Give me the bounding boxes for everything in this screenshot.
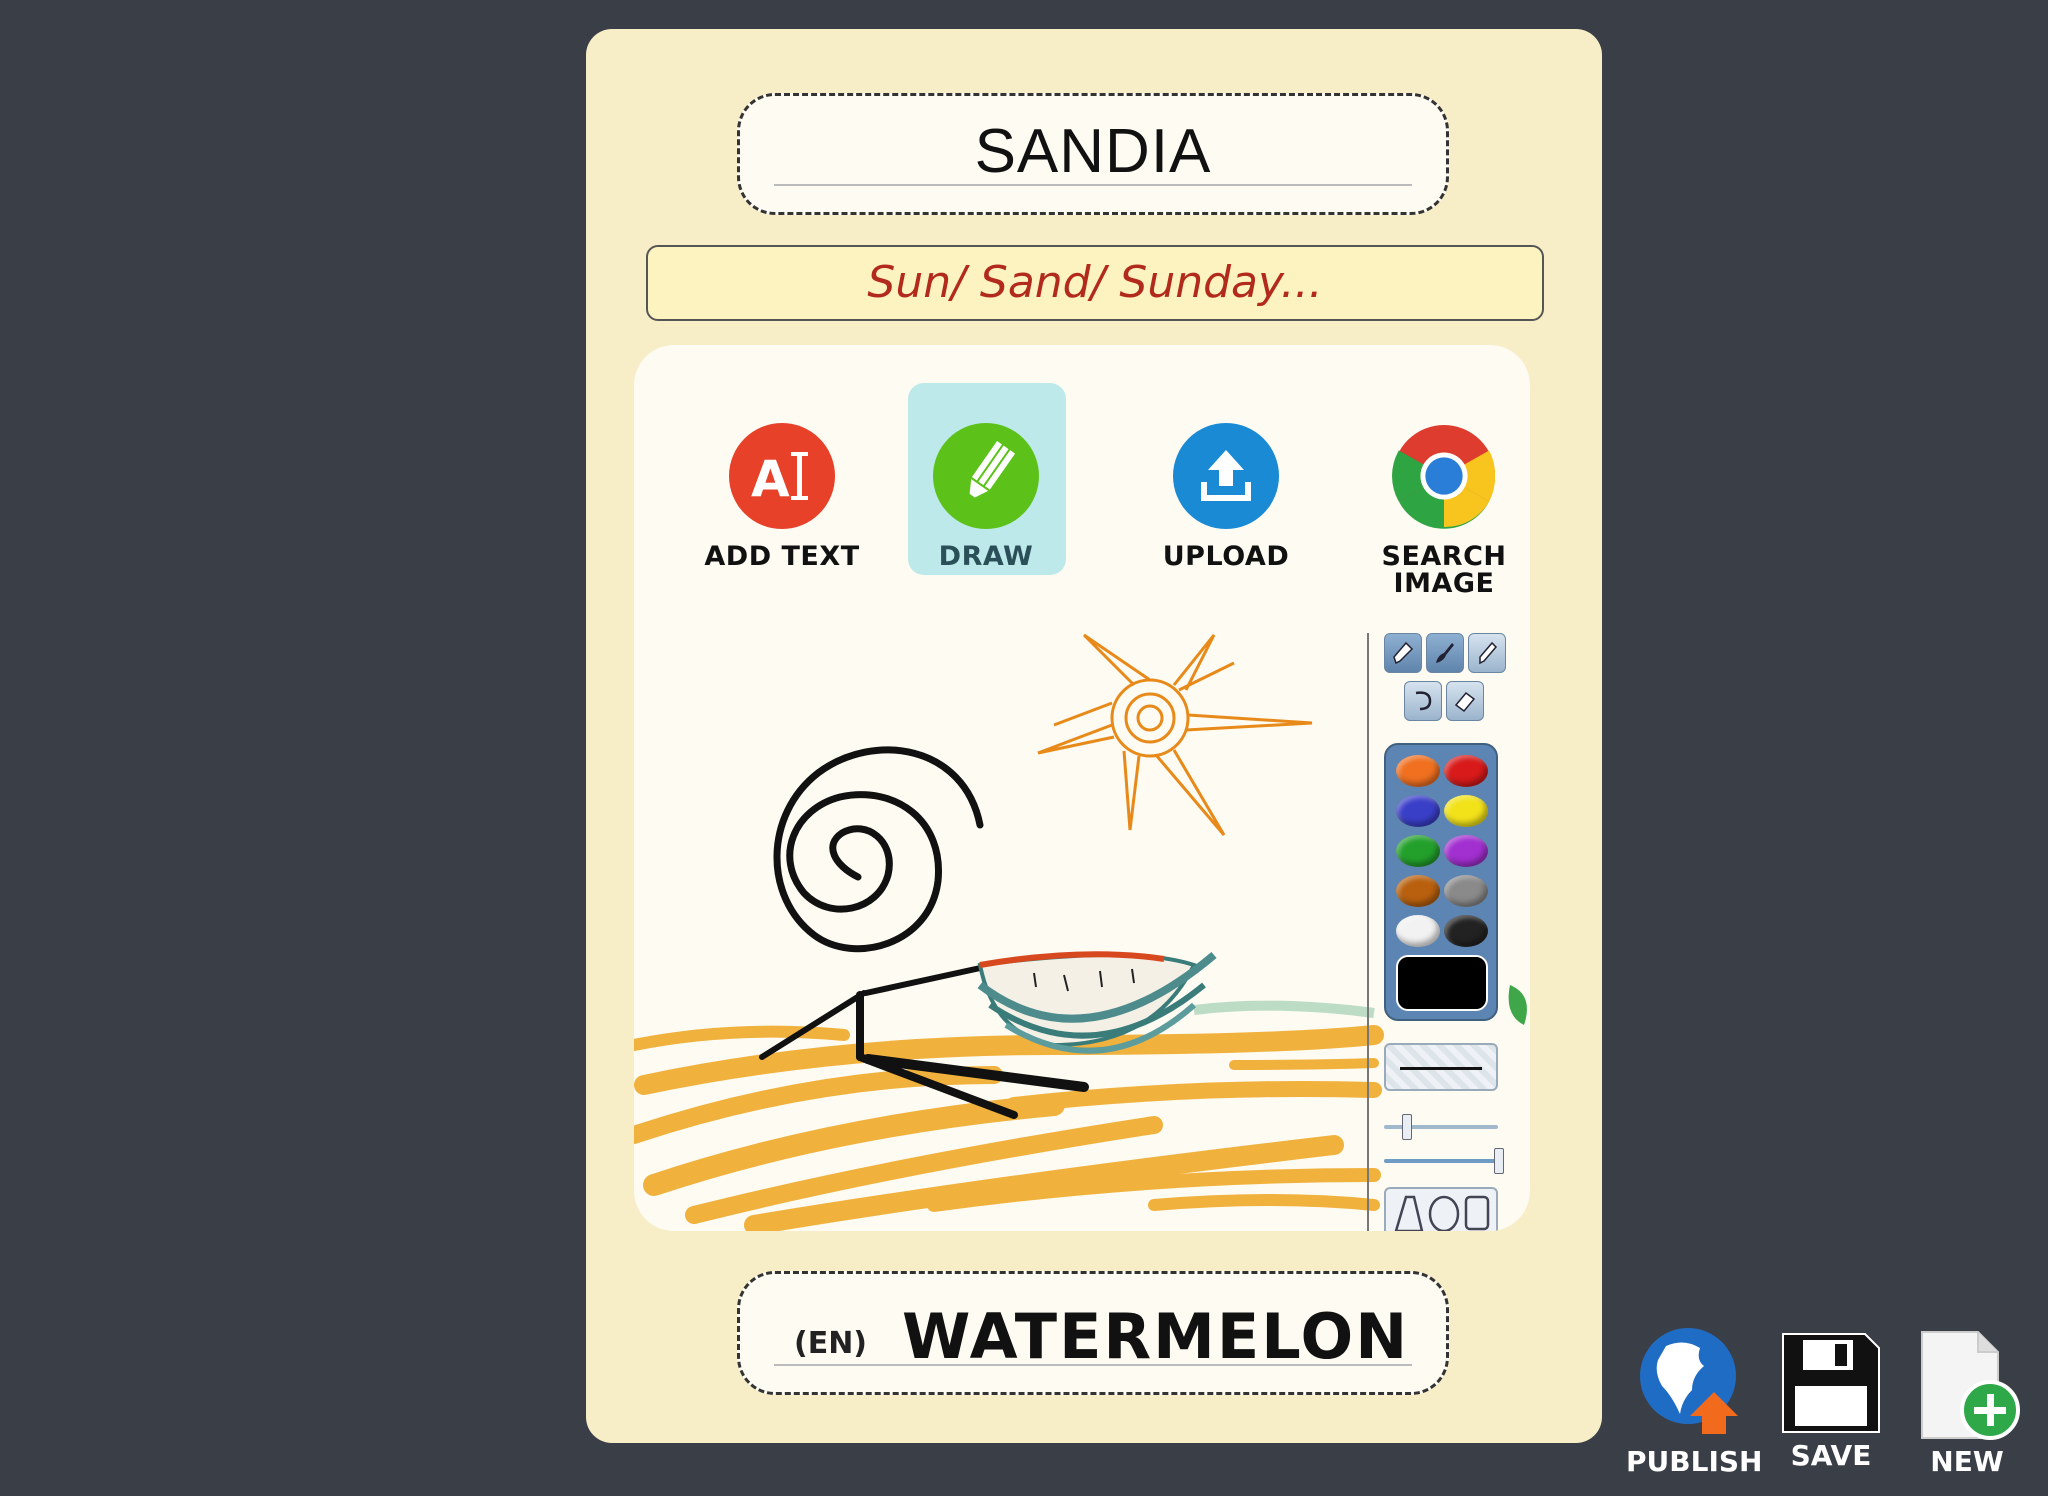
- brush-tool-button[interactable]: [1426, 633, 1464, 673]
- color-palette: [1384, 743, 1498, 1021]
- marker-icon: [1479, 641, 1498, 665]
- new-button[interactable]: NEW: [1912, 1330, 2022, 1477]
- color-swatch-gray[interactable]: [1444, 875, 1488, 907]
- publish-label: PUBLISH: [1626, 1445, 1763, 1478]
- color-swatch-red[interactable]: [1444, 755, 1488, 787]
- translation-field[interactable]: (EN) WATERMELON: [737, 1271, 1449, 1395]
- sand-strokes: [634, 1025, 1384, 1231]
- card-title: SANDIA: [974, 117, 1212, 186]
- globe-publish-icon: [1640, 1328, 1738, 1434]
- translation-word: WATERMELON: [902, 1300, 1410, 1373]
- color-swatch-orange[interactable]: [1396, 755, 1440, 787]
- word-card: SANDIA Sun/ Sand/ Sunday... A ADD TEXT D…: [586, 29, 1602, 1443]
- drawing-panel: A ADD TEXT DRAW UPLOAD SEARCH IMAGE: [634, 345, 1530, 1231]
- eraser-icon: [1454, 691, 1476, 713]
- color-swatch-white[interactable]: [1396, 915, 1440, 947]
- new-label: NEW: [1930, 1445, 2004, 1478]
- lasso-icon: [1415, 691, 1432, 711]
- hint-text: Sun/ Sand/ Sunday...: [867, 257, 1323, 308]
- brush-icon: [1436, 643, 1454, 663]
- lasso-tool-button[interactable]: [1404, 681, 1442, 721]
- new-document-icon: [1921, 1331, 2020, 1440]
- color-swatch-black[interactable]: [1444, 915, 1488, 947]
- publish-button[interactable]: PUBLISH: [1626, 1326, 1763, 1478]
- brush-preview: [1384, 1043, 1498, 1091]
- hint-field[interactable]: Sun/ Sand/ Sunday...: [646, 245, 1544, 321]
- floppy-disk-icon: [1782, 1333, 1880, 1433]
- language-tag: (EN): [794, 1326, 868, 1361]
- drawing-toolbar: [1368, 625, 1506, 1231]
- brush-size-slider[interactable]: [1384, 1114, 1498, 1140]
- title-underline: [774, 184, 1412, 186]
- sun-drawing: [1037, 633, 1313, 836]
- pen-icon: [1393, 641, 1414, 665]
- title-field[interactable]: SANDIA: [737, 93, 1449, 215]
- brush-size-knob[interactable]: [1402, 1114, 1412, 1140]
- opacity-slider[interactable]: [1384, 1148, 1504, 1174]
- brush-shapes-icon: [1394, 1195, 1490, 1231]
- current-color-preview: [1396, 955, 1488, 1011]
- save-button[interactable]: SAVE: [1776, 1330, 1886, 1471]
- color-swatch-blue[interactable]: [1396, 795, 1440, 827]
- marker-tool-button[interactable]: [1468, 633, 1506, 673]
- eraser-tool-button[interactable]: [1446, 681, 1484, 721]
- color-swatch-brown[interactable]: [1396, 875, 1440, 907]
- color-swatch-purple[interactable]: [1444, 835, 1488, 867]
- color-swatch-yellow[interactable]: [1444, 795, 1488, 827]
- brush-shape-selector[interactable]: [1384, 1187, 1498, 1231]
- color-swatch-green[interactable]: [1396, 835, 1440, 867]
- pen-tool-button[interactable]: [1384, 633, 1422, 673]
- save-label: SAVE: [1790, 1439, 1872, 1472]
- brush-stroke-sample: [1400, 1067, 1482, 1070]
- translation-underline: [774, 1364, 1412, 1366]
- opacity-knob[interactable]: [1494, 1148, 1504, 1174]
